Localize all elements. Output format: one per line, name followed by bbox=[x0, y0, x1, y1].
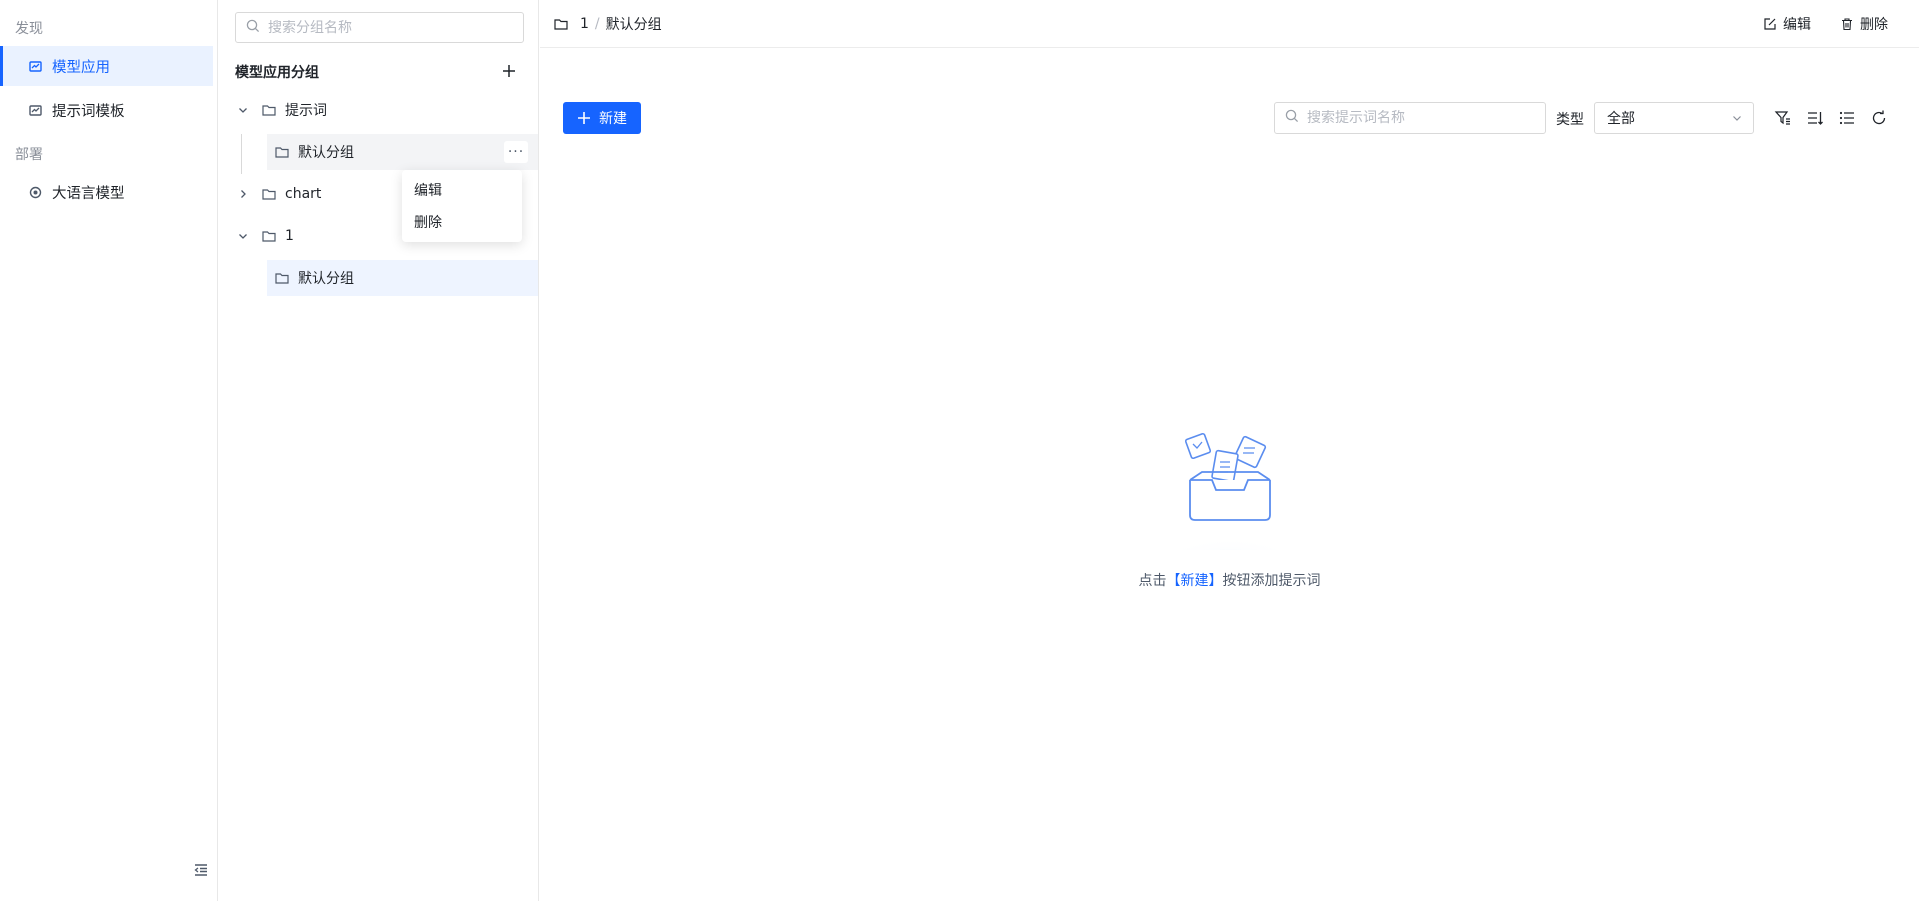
folder-icon bbox=[262, 104, 276, 116]
delete-label: 删除 bbox=[1860, 17, 1888, 33]
empty-text-suffix: 按钮添加提示词 bbox=[1222, 573, 1321, 589]
type-select-value: 全部 bbox=[1607, 111, 1635, 127]
empty-state: 点击【新建】按钮添加提示词 bbox=[540, 420, 1919, 590]
tree-node-label: 默认分组 bbox=[298, 271, 354, 287]
app-icon bbox=[28, 59, 42, 73]
folder-icon bbox=[275, 272, 289, 284]
tree-guide-line bbox=[241, 134, 242, 174]
breadcrumb-item-current: 默认分组 bbox=[605, 17, 662, 33]
chevron-down-icon[interactable] bbox=[236, 103, 250, 117]
tree-node-label: 提示词 bbox=[285, 103, 327, 119]
tree-node-prompts-default[interactable]: 默认分组 ··· bbox=[267, 134, 538, 170]
main-content: 1 / 默认分组 编辑 删除 新建 类型 全部 bbox=[540, 0, 1919, 901]
folder-icon bbox=[275, 146, 289, 158]
type-filter-select[interactable]: 全部 bbox=[1594, 102, 1754, 134]
tree-node-label: chart bbox=[285, 186, 322, 202]
collapse-sidebar-icon[interactable] bbox=[193, 862, 209, 878]
chevron-down-icon bbox=[1731, 112, 1743, 128]
tree-node-prompts[interactable]: 提示词 bbox=[236, 92, 536, 128]
new-button-label: 新建 bbox=[599, 111, 627, 127]
top-bar: 1 / 默认分组 编辑 删除 bbox=[540, 0, 1919, 48]
search-icon bbox=[1285, 109, 1299, 127]
folder-icon bbox=[554, 18, 568, 30]
list-view-icon[interactable] bbox=[1838, 109, 1856, 127]
nav-item-prompt-templates[interactable]: 提示词模板 bbox=[0, 90, 213, 130]
prompt-search-box bbox=[1274, 102, 1546, 134]
edit-label: 编辑 bbox=[1783, 17, 1811, 33]
breadcrumb: 1 / 默认分组 bbox=[554, 14, 662, 34]
plus-icon bbox=[578, 112, 590, 124]
filter-icon[interactable] bbox=[1774, 109, 1792, 127]
nav-item-llm[interactable]: 大语言模型 bbox=[0, 172, 213, 212]
groups-title: 模型应用分组 bbox=[235, 65, 319, 81]
folder-icon bbox=[262, 188, 276, 200]
breadcrumb-separator: / bbox=[594, 16, 600, 32]
add-group-icon[interactable] bbox=[501, 63, 517, 79]
delete-group-button[interactable]: 删除 bbox=[1840, 14, 1888, 34]
menu-item-edit[interactable]: 编辑 bbox=[402, 174, 522, 206]
type-filter-label: 类型 bbox=[1556, 112, 1584, 128]
new-prompt-button[interactable]: 新建 bbox=[563, 102, 641, 134]
menu-item-delete[interactable]: 删除 bbox=[402, 206, 522, 238]
trash-icon bbox=[1842, 18, 1852, 31]
nav-section-discover: 发现 bbox=[15, 21, 43, 37]
group-search-input[interactable] bbox=[268, 19, 508, 36]
template-icon bbox=[28, 103, 42, 117]
chevron-down-icon[interactable] bbox=[236, 229, 250, 243]
model-icon bbox=[28, 185, 42, 199]
nav-item-model-apps[interactable]: 模型应用 bbox=[0, 46, 213, 86]
more-options-button[interactable]: ··· bbox=[504, 141, 528, 163]
breadcrumb-item[interactable]: 1 bbox=[580, 16, 589, 32]
prompt-search-input[interactable] bbox=[1307, 110, 1537, 126]
edit-group-button[interactable]: 编辑 bbox=[1763, 14, 1811, 34]
group-search-box bbox=[235, 12, 524, 43]
search-icon bbox=[246, 19, 260, 37]
side-nav: 发现 模型应用 提示词模板 部署 大语言模型 bbox=[0, 0, 218, 901]
tree-node-label: 1 bbox=[285, 228, 294, 244]
chevron-right-icon[interactable] bbox=[236, 187, 250, 201]
tree-node-label: 默认分组 bbox=[298, 145, 354, 161]
sort-icon[interactable] bbox=[1806, 109, 1824, 127]
tree-node-1-default[interactable]: 默认分组 bbox=[267, 260, 538, 296]
nav-item-label: 模型应用 bbox=[52, 59, 110, 76]
group-context-menu: 编辑 删除 bbox=[402, 170, 522, 242]
empty-text-prefix: 点击 bbox=[1138, 573, 1167, 589]
empty-new-link[interactable]: 【新建】 bbox=[1167, 573, 1223, 589]
nav-section-deploy: 部署 bbox=[15, 147, 43, 163]
edit-icon bbox=[1764, 18, 1776, 30]
empty-state-text: 点击【新建】按钮添加提示词 bbox=[540, 570, 1919, 590]
nav-item-label: 提示词模板 bbox=[52, 103, 125, 120]
nav-item-label: 大语言模型 bbox=[52, 185, 125, 202]
group-panel: 模型应用分组 提示词 默认分组 ··· chart bbox=[219, 0, 539, 901]
empty-inbox-illustration bbox=[1154, 432, 1305, 550]
refresh-icon[interactable] bbox=[1870, 109, 1888, 127]
folder-icon bbox=[262, 230, 276, 242]
